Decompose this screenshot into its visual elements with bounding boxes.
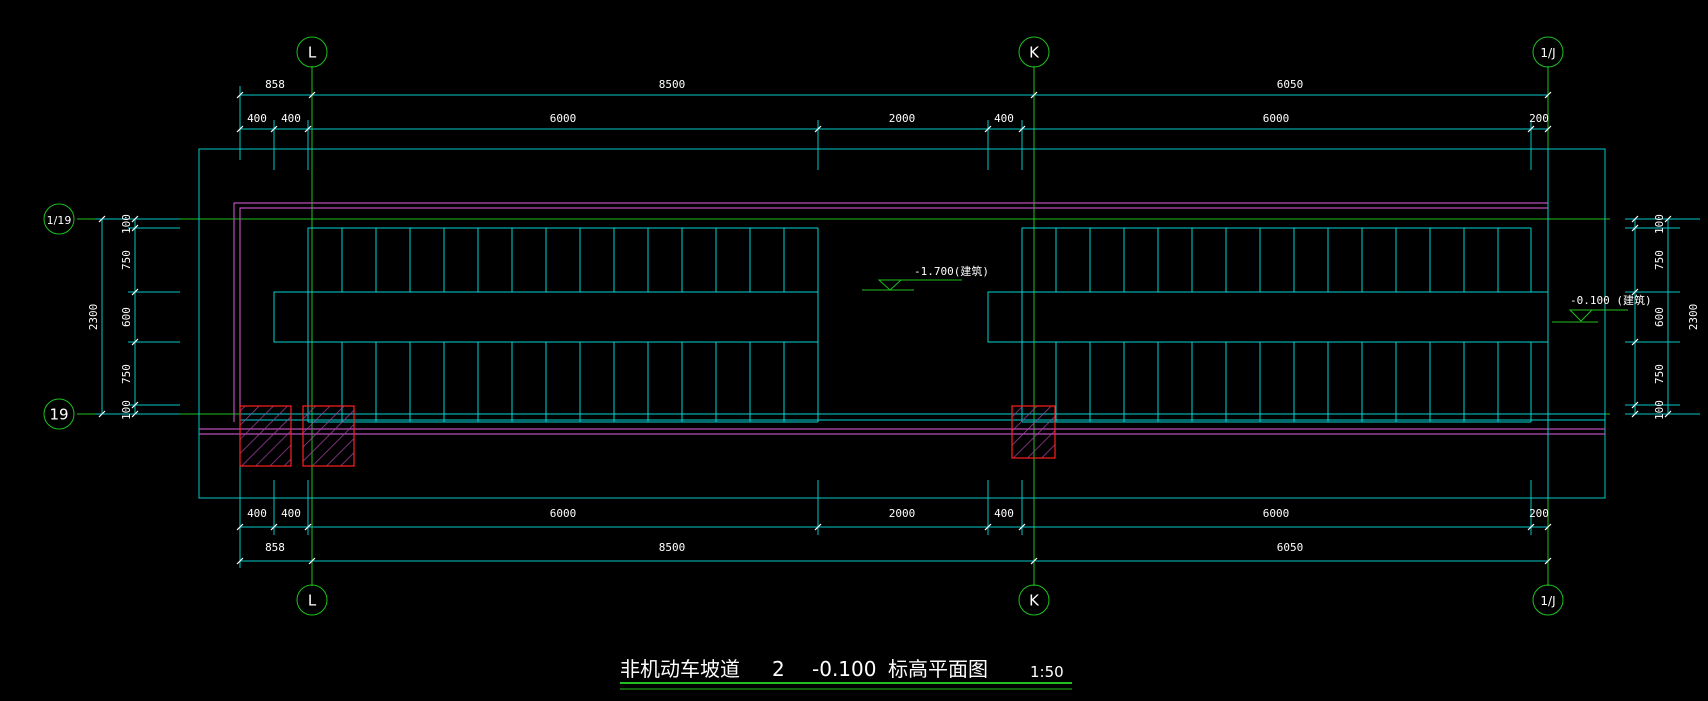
- dim-text: 400: [281, 112, 301, 125]
- dims-top-row1: 858 8500 6050: [265, 78, 1303, 91]
- dim-text: 2000: [889, 112, 916, 125]
- dims-top-row2: 400 400 6000 2000 400 6000 200: [247, 112, 1549, 125]
- svg-text:K: K: [1029, 44, 1040, 62]
- column-3: [1011, 405, 1056, 459]
- elevation-marker-left: -1.700(建筑): [862, 264, 989, 291]
- dims-left: 100 750 600 750 100 2300: [87, 214, 133, 420]
- title-elevation: -0.100: [812, 657, 876, 681]
- dims-bottom-row2: 858 8500 6050: [265, 541, 1303, 554]
- title-number: 2: [772, 657, 785, 681]
- drawing-title: 非机动车坡道 2 -0.100 标高平面图 1:50: [620, 657, 1072, 690]
- axis-bubble-L-top: L: [296, 36, 328, 68]
- elevation-label: -1.700(建筑): [914, 264, 989, 278]
- dim-text: 2300: [87, 304, 100, 331]
- dim-text: 100: [1653, 214, 1666, 234]
- axis-bubble-1-19: 1/19: [43, 203, 75, 235]
- dim-text: 6050: [1277, 541, 1304, 554]
- axis-bubble-1J-top: 1/J: [1532, 36, 1564, 68]
- axis-bubble-L-bottom: L: [296, 584, 328, 616]
- dim-text: 858: [265, 78, 285, 91]
- drawing-canvas: L K 1/J L K 1/J 1/19 19 858 8500 6050 40…: [43, 36, 1700, 690]
- dims-right: 100 750 600 750 100 2300: [1653, 214, 1700, 420]
- dim-text: 6000: [550, 507, 577, 520]
- axis-bubble-1J-bottom: 1/J: [1532, 584, 1564, 616]
- axis-bubble-19: 19: [43, 398, 75, 430]
- dim-text: 100: [1653, 400, 1666, 420]
- dim-text: 200: [1529, 112, 1549, 125]
- axis-bubble-K-bottom: K: [1018, 584, 1050, 616]
- dim-text: 400: [281, 507, 301, 520]
- axis-bubble-K-top: K: [1018, 36, 1050, 68]
- dim-text: 200: [1529, 507, 1549, 520]
- dim-text: 6050: [1277, 78, 1304, 91]
- dim-text: 2000: [889, 507, 916, 520]
- svg-text:1/19: 1/19: [47, 214, 72, 227]
- dim-text: 6000: [1263, 507, 1290, 520]
- dimension-ticks: [98, 91, 1672, 565]
- svg-text:L: L: [308, 592, 317, 610]
- column-1: [239, 405, 292, 467]
- dim-text: 750: [120, 250, 133, 270]
- dim-text: 6000: [1263, 112, 1290, 125]
- dim-text: 400: [247, 112, 267, 125]
- dim-text: 750: [120, 364, 133, 384]
- dim-text: 6000: [550, 112, 577, 125]
- elevation-marker-right: -0.100 (建筑): [1552, 293, 1652, 323]
- dim-text: 8500: [659, 541, 686, 554]
- elevation-label: -0.100 (建筑): [1570, 293, 1652, 307]
- svg-text:K: K: [1029, 592, 1040, 610]
- dim-text: 750: [1653, 250, 1666, 270]
- title-scale: 1:50: [1030, 663, 1064, 681]
- dim-text: 100: [120, 214, 133, 234]
- svg-text:1/J: 1/J: [1540, 46, 1555, 60]
- grid-lines: [77, 66, 1610, 586]
- dim-text: 600: [120, 307, 133, 327]
- title-suffix: 标高平面图: [888, 657, 988, 681]
- dim-text: 400: [247, 507, 267, 520]
- dim-text: 2300: [1687, 304, 1700, 331]
- stair-steps: [240, 149, 1605, 498]
- title-name: 非机动车坡道: [620, 657, 740, 681]
- ramp-outline: [198, 148, 1606, 499]
- svg-text:19: 19: [49, 406, 68, 424]
- dim-text: 8500: [659, 78, 686, 91]
- dim-text: 600: [1653, 307, 1666, 327]
- column-2: [302, 405, 355, 467]
- svg-text:L: L: [308, 44, 317, 62]
- dims-bottom-row1: 400 400 6000 2000 400 6000 200: [247, 507, 1549, 520]
- svg-text:1/J: 1/J: [1540, 594, 1555, 608]
- dim-text: 858: [265, 541, 285, 554]
- dimension-lines: [95, 86, 1700, 568]
- dim-text: 750: [1653, 364, 1666, 384]
- dim-text: 100: [120, 400, 133, 420]
- dim-text: 400: [994, 112, 1014, 125]
- dim-text: 400: [994, 507, 1014, 520]
